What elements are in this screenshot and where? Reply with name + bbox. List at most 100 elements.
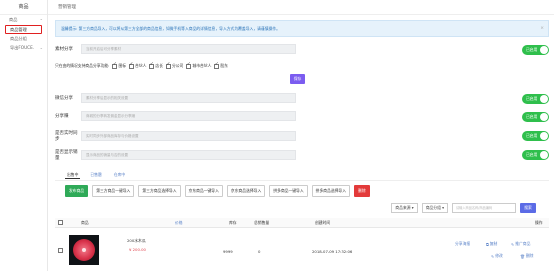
- check-store-manager[interactable]: 店长: [149, 62, 164, 69]
- sidebar-group-label: 商品: [9, 17, 18, 22]
- col-stock: 库存: [229, 220, 237, 225]
- check-partner[interactable]: 合伙人: [129, 62, 147, 69]
- setting-input[interactable]: 素材分享后显示的相关设置: [81, 93, 296, 103]
- checkbox-label: 股东: [220, 63, 228, 68]
- setting-row-realtime-sync: 是否实时同步 实时同步外部商品库存与价格设置: [55, 130, 296, 142]
- sidebar-group[interactable]: 商品 ⌃: [0, 15, 47, 25]
- checkbox-label: 分公司: [172, 63, 184, 68]
- col-price[interactable]: 价格: [175, 220, 183, 226]
- import-third-party-select-button[interactable]: 第三方商品选择导入: [138, 185, 181, 197]
- sidebar-title: 商品: [0, 0, 47, 15]
- check-branch[interactable]: 分公司: [166, 62, 184, 69]
- setting-label: 微信分享: [55, 96, 73, 101]
- copy-icon: ⧉: [486, 241, 489, 247]
- edit-icon: ✎: [491, 253, 495, 259]
- chevron-down-icon: ⌄: [39, 45, 43, 50]
- check-icon-role[interactable]: 图标: [112, 62, 127, 69]
- search-button[interactable]: 搜索: [520, 203, 536, 213]
- tab-on-sale[interactable]: 出售中: [65, 171, 81, 179]
- search-input[interactable]: 请输入商品名称/商品编码: [452, 203, 516, 213]
- info-alert: 温馨提示: 第三方商品导入，可以将从第三方全部的商品信息，如微手机等入商品的详情…: [55, 20, 549, 37]
- copy-link[interactable]: ⧉ 复制: [486, 241, 497, 247]
- setting-row-show-sales: 是否显示销量 显示商品的销量与否的设置: [55, 149, 296, 161]
- checkbox[interactable]: [166, 62, 172, 69]
- promote-product-link[interactable]: ✎ 推广商品: [511, 241, 530, 247]
- setting-row-wechat-share: 微信分享 素材分享后显示的相关设置: [55, 93, 296, 103]
- material-share-toggle[interactable]: 已启用: [522, 45, 549, 55]
- product-thumbnail[interactable]: [69, 235, 99, 265]
- edit-link[interactable]: ✎ 修改: [491, 253, 503, 259]
- share-poster-link[interactable]: 分享海报: [455, 241, 470, 247]
- share-role-checks: 只在由的情况支持商品分享功能: 图标 合伙人 店长 分公司 城市合伙人 股东: [55, 62, 228, 69]
- main-content: 营销管理 温馨提示: 第三方商品导入，可以将从第三方全部的商品信息，如微手机等入…: [48, 0, 554, 271]
- action-toolbar: 发布商品 第三方商品一键导入 第三方商品选择导入 京东商品一键导入 京东商品选择…: [65, 185, 370, 197]
- promote-icon: ✎: [511, 241, 515, 247]
- import-jd-all-button[interactable]: 京东商品一键导入: [184, 185, 223, 197]
- tab-warehouse[interactable]: 仓库中: [112, 171, 127, 179]
- checkbox-label: 图标: [118, 63, 127, 68]
- action-label: 删除: [525, 253, 534, 258]
- setting-row-share-earn: 分享赚 商城的分享转发佣金显示分享赚: [55, 111, 296, 121]
- checkbox[interactable]: [129, 62, 135, 69]
- delete-button[interactable]: 删除: [354, 185, 370, 197]
- alert-text: 温馨提示: 第三方商品导入，可以将从第三方全部的商品信息，如微手机等入商品的详情…: [61, 26, 280, 31]
- action-label: 修改: [495, 253, 503, 258]
- sidebar-item-product-group[interactable]: 商品分组: [0, 34, 47, 43]
- chevron-up-icon: ⌃: [39, 17, 43, 23]
- checkbox[interactable]: [186, 62, 192, 69]
- select-all-checkbox[interactable]: [58, 220, 63, 226]
- row-checkbox[interactable]: [58, 248, 63, 254]
- sidebar-item-export[interactable]: 导出FOUCE. ⌄: [0, 43, 47, 52]
- sidebar: 商品 商品 ⌃ 商品管理 商品分组 导出FOUCE. ⌄: [0, 0, 48, 271]
- checkbox[interactable]: [58, 248, 63, 253]
- papaya-image: [73, 239, 95, 261]
- checkbox[interactable]: [112, 62, 118, 69]
- material-share-input[interactable]: 当前开启后可分享素材: [81, 44, 296, 54]
- wechat-share-toggle[interactable]: 已启用: [522, 94, 549, 104]
- checks-label: 只在由的情况支持商品分享功能:: [55, 63, 110, 68]
- share-earn-toggle[interactable]: 已启用: [522, 112, 549, 122]
- material-share-row: 素材分享 当前开启后可分享素材: [55, 44, 296, 54]
- realtime-sync-toggle[interactable]: 已启用: [522, 131, 549, 141]
- status-tabs: 出售中 已售罄 仓库中: [55, 171, 127, 179]
- table-header: 商品 价格 库存 总销售量 创建时间 操作: [55, 218, 549, 228]
- checkbox-label: 合伙人: [135, 63, 147, 68]
- sidebar-item-product-management[interactable]: 商品管理: [5, 25, 42, 34]
- col-sales: 总销售量: [254, 220, 270, 225]
- import-third-party-all-button[interactable]: 第三方商品一键导入: [92, 185, 135, 197]
- checkbox-label: 店长: [155, 63, 164, 68]
- product-sales: 0: [258, 249, 261, 254]
- show-sales-toggle[interactable]: 已启用: [522, 150, 549, 160]
- col-product: 商品: [81, 220, 89, 225]
- sidebar-item-export-label: 导出FOUCE.: [10, 45, 35, 50]
- tab-divider: [55, 180, 549, 181]
- col-ops: 操作: [535, 220, 543, 225]
- save-button[interactable]: 保存: [290, 74, 305, 84]
- tab-sold-out[interactable]: 已售罄: [88, 171, 103, 179]
- checkbox[interactable]: [149, 62, 155, 69]
- setting-label: 分享赚: [55, 114, 69, 119]
- check-city-partner[interactable]: 城市合伙人: [186, 62, 211, 69]
- source-select[interactable]: 商品来源 ▾: [391, 203, 418, 213]
- setting-input[interactable]: 实时同步外部商品库存与价格设置: [81, 131, 296, 141]
- product-created: 2018-07-09 17:32:06: [312, 249, 353, 254]
- product-name[interactable]: 200水木瓜: [127, 238, 146, 244]
- import-pdd-all-button[interactable]: 拼多商品一键导入: [269, 185, 308, 197]
- delete-link[interactable]: 🗑 删除: [520, 253, 533, 259]
- publish-product-button[interactable]: 发布商品: [65, 185, 89, 197]
- setting-input[interactable]: 商城的分享转发佣金显示分享赚: [81, 111, 296, 121]
- import-pdd-select-button[interactable]: 拼多商品选择导入: [311, 185, 351, 197]
- checkbox[interactable]: [58, 220, 63, 225]
- group-select[interactable]: 商品分组 ▾: [421, 203, 448, 213]
- action-label: 分享海报: [455, 241, 471, 246]
- material-share-label: 素材分享: [55, 47, 73, 52]
- import-jd-select-button[interactable]: 京东商品选择导入: [226, 185, 266, 197]
- setting-input[interactable]: 显示商品的销量与否的设置: [81, 150, 296, 160]
- checkbox[interactable]: [214, 62, 220, 69]
- close-icon[interactable]: ×: [540, 21, 544, 36]
- trash-icon: 🗑: [520, 253, 525, 259]
- table-row: 200水木瓜 ¥ 200.00 9999 0 2018-07-09 17:32:…: [55, 229, 549, 271]
- setting-label: 是否实时同步: [55, 131, 78, 142]
- product-price: ¥ 200.00: [129, 247, 146, 252]
- check-shareholder[interactable]: 股东: [214, 62, 228, 69]
